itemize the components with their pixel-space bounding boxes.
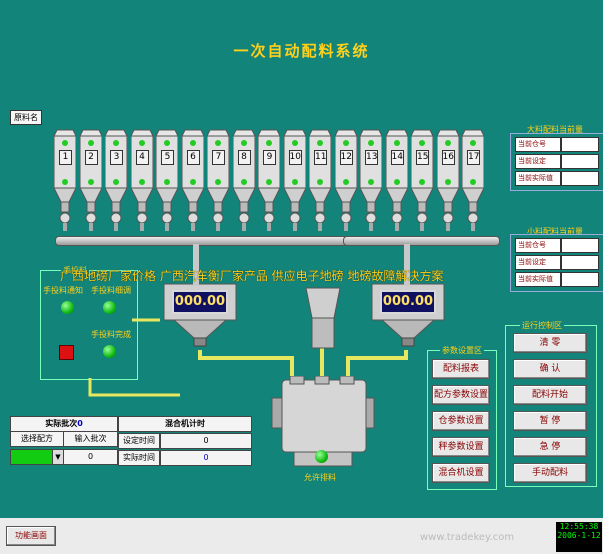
scale-setting-button[interactable]: 秤参数设置 [432, 437, 490, 457]
silo-3[interactable]: 3 [105, 126, 127, 232]
silo-number: 3 [110, 150, 123, 165]
silo-8[interactable]: 8 [232, 126, 255, 232]
silo-number: 11 [314, 150, 327, 165]
small-bin-label: 当前仓号 [515, 238, 561, 253]
input-batch-label: 输入批次 [63, 431, 118, 447]
recipe-setting-button[interactable]: 配方参数设置 [432, 385, 490, 405]
small-belt [343, 236, 500, 246]
small-bin-value [561, 238, 599, 253]
silo-6[interactable]: 6 [181, 126, 204, 232]
silo-number: 6 [186, 150, 200, 165]
big-actual-label: 当前实际值 [515, 171, 561, 186]
alarm-indicator[interactable] [59, 345, 74, 360]
silo-16[interactable]: 16 [436, 126, 459, 232]
silo-number: 17 [467, 150, 480, 165]
silo-number: 5 [161, 150, 174, 165]
mixer-setting-button[interactable]: 混合机设置 [432, 463, 490, 483]
clock-date: 2006-1-12 [557, 531, 601, 540]
manual-fine-label: 手投料细调 [91, 286, 131, 295]
confirm-button[interactable]: 确 认 [513, 359, 587, 379]
silo-15[interactable]: 15 [411, 126, 433, 232]
left-scale-display: 000.00 [172, 290, 228, 314]
silo-number: 4 [135, 150, 149, 165]
big-belt [55, 236, 347, 246]
actual-time-value: 0 [160, 450, 252, 466]
silo-4[interactable]: 4 [130, 126, 153, 232]
actual-batch-header: 实际批次0 [10, 416, 118, 432]
manual-panel: 手投料 手投料通知 手投料细调 手投料完成 [40, 265, 138, 380]
big-set-value [561, 154, 599, 169]
silo-2[interactable]: 2 [79, 126, 102, 232]
big-panel: 当前仓号 当前设定 当前实际值 [510, 133, 603, 191]
emergency-stop-button[interactable]: 急 停 [513, 437, 587, 457]
mixer-timer-title: 混合机计时 [118, 416, 252, 432]
small-actual-label: 当前实际值 [515, 272, 561, 287]
silo-11[interactable]: 11 [309, 126, 331, 232]
silo-number: 10 [288, 150, 302, 165]
silo-number: 2 [84, 150, 98, 165]
silo-number: 7 [212, 150, 225, 165]
silo-12[interactable]: 12 [334, 126, 357, 232]
silo-number: 9 [263, 150, 276, 165]
big-bin-value [561, 137, 599, 152]
reset-button[interactable]: 清 零 [513, 333, 587, 353]
discharge-label: 允许排料 [304, 473, 336, 482]
discharge-indicator[interactable] [315, 450, 328, 463]
function-screen-button[interactable]: 功能画面 [6, 526, 56, 546]
small-set-value [561, 255, 599, 270]
input-batch-field[interactable]: 0 [63, 449, 118, 465]
silo-13[interactable]: 13 [360, 126, 382, 232]
silo-9[interactable]: 9 [258, 126, 280, 232]
start-batch-button[interactable]: 配料开始 [513, 385, 587, 405]
silo-number: 8 [237, 150, 251, 165]
big-bin-label: 当前仓号 [515, 137, 561, 152]
set-time-label: 设定时间 [118, 433, 160, 449]
manual-done-indicator[interactable] [103, 345, 116, 358]
silo-10[interactable]: 10 [283, 126, 306, 232]
pause-button[interactable]: 暂 停 [513, 411, 587, 431]
silo-7[interactable]: 7 [207, 126, 229, 232]
param-panel-title: 参数设置区 [440, 345, 484, 356]
small-panel: 当前仓号 当前设定 当前实际值 [510, 234, 603, 292]
run-panel-title: 运行控制区 [520, 320, 564, 331]
manual-notify-indicator [61, 301, 74, 314]
actual-batch-label: 实际批次 [45, 419, 78, 428]
silo-number: 13 [365, 150, 378, 165]
bin-setting-button[interactable]: 仓参数设置 [432, 411, 490, 431]
manual-batch-button[interactable]: 手动配料 [513, 463, 587, 483]
silo-17[interactable]: 17 [462, 126, 484, 232]
right-scale-display: 000.00 [380, 290, 436, 314]
silo-number: 16 [441, 150, 455, 165]
small-actual-value [561, 272, 599, 287]
silo-5[interactable]: 5 [156, 126, 178, 232]
silo-number: 15 [416, 150, 429, 165]
silo-1[interactable]: 1 [54, 126, 76, 232]
big-set-label: 当前设定 [515, 154, 561, 169]
manual-notify-label: 手投料通知 [43, 286, 83, 295]
actual-batch-value: 0 [77, 419, 83, 428]
chevron-down-icon[interactable]: ▼ [52, 450, 63, 464]
small-set-label: 当前设定 [515, 255, 561, 270]
silo-number: 1 [59, 150, 72, 165]
silo-14[interactable]: 14 [385, 126, 408, 232]
silo-number: 12 [339, 150, 353, 165]
actual-time-label: 实际时间 [118, 450, 160, 466]
watermark-text: 广西地磅厂家价格 广西汽车衡厂家产品 供应电子地磅 地磅故障解决方案 [60, 269, 444, 283]
big-actual-value [561, 171, 599, 186]
page-title: 一次自动配料系统 [233, 42, 370, 60]
report-button[interactable]: 配料报表 [432, 359, 490, 379]
clock: 12:55:38 2006-1-12 [556, 522, 602, 552]
manual-done-label: 手投料完成 [91, 330, 131, 339]
select-recipe-label: 选择配方 [10, 431, 64, 447]
raw-material-label: 原料名 [10, 110, 42, 125]
site-watermark: www.tradekey.com [420, 532, 515, 543]
clock-time: 12:55:38 [559, 522, 599, 531]
silo-number: 14 [390, 150, 404, 165]
set-time-value: 0 [160, 433, 252, 449]
recipe-select[interactable]: ▼ [10, 449, 64, 465]
manual-fine-indicator [103, 301, 116, 314]
